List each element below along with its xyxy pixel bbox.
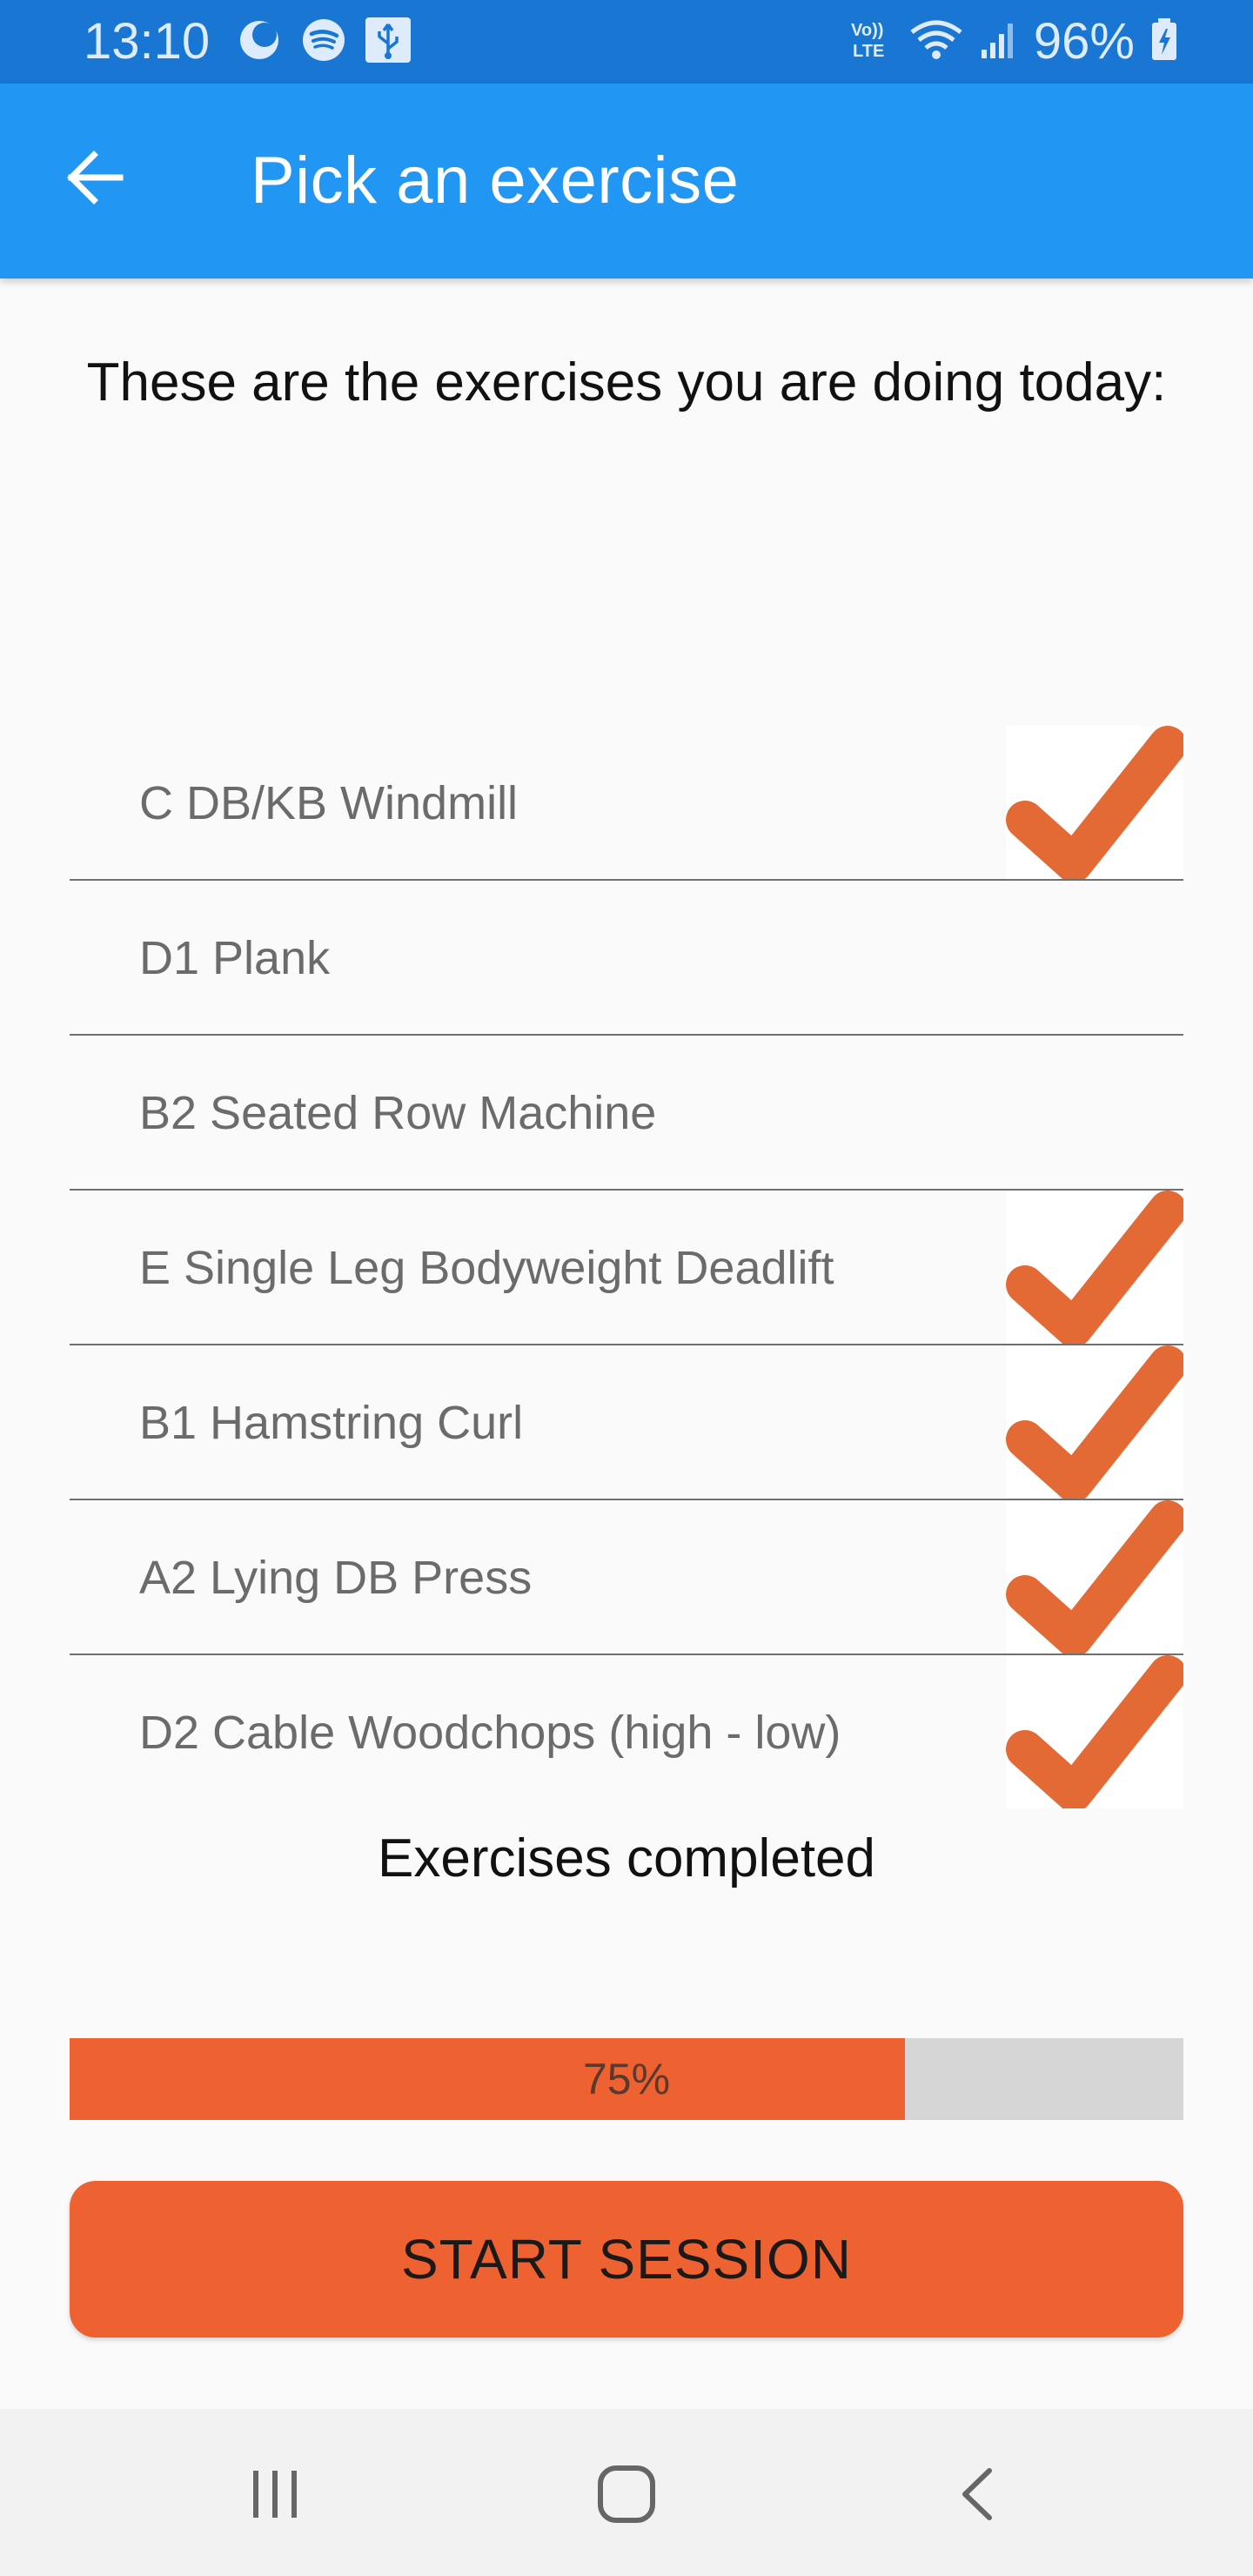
status-icons-left bbox=[237, 17, 411, 63]
back-button[interactable] bbox=[52, 136, 139, 223]
recent-apps-icon bbox=[245, 2464, 305, 2529]
exercise-row[interactable]: B2 Seated Row Machine bbox=[70, 1036, 1183, 1191]
exercises-completed-label: Exercises completed bbox=[377, 1828, 876, 1888]
status-bar: 13:10 Vo)) LTE 96% bbox=[0, 0, 1253, 84]
exercise-label: C DB/KB Windmill bbox=[139, 777, 519, 829]
moon-icon bbox=[237, 17, 282, 63]
checkmark-icon bbox=[1006, 1191, 1183, 1344]
page-title: Pick an exercise bbox=[251, 144, 740, 218]
checkmark-icon bbox=[1006, 726, 1183, 879]
status-time: 13:10 bbox=[84, 13, 211, 70]
checkmark-icon bbox=[1006, 1500, 1183, 1654]
exercise-label: A2 Lying DB Press bbox=[139, 1552, 533, 1604]
battery-percent: 96% bbox=[1033, 13, 1135, 70]
arrow-left-icon bbox=[64, 146, 127, 213]
checkmark-icon bbox=[1006, 1655, 1183, 1808]
battery-charging-icon bbox=[1150, 17, 1178, 66]
exercise-label: E Single Leg Bodyweight Deadlift bbox=[139, 1242, 834, 1294]
app-bar: Pick an exercise bbox=[0, 84, 1253, 278]
progress-bar: 75% bbox=[70, 2038, 1183, 2120]
wifi-icon bbox=[908, 17, 964, 66]
exercise-label: D1 Plank bbox=[139, 932, 331, 984]
intro-text: These are the exercises you are doing to… bbox=[86, 352, 1167, 413]
back-icon bbox=[948, 2464, 1008, 2529]
svg-text:LTE: LTE bbox=[853, 42, 884, 61]
exercise-list: C DB/KB Windmill D1 Plank B2 Seated Row Ma… bbox=[70, 726, 1183, 1808]
start-session-button[interactable]: START SESSION bbox=[70, 2181, 1183, 2338]
usb-icon bbox=[365, 17, 411, 63]
volte-icon: Vo)) LTE bbox=[849, 17, 893, 66]
exercise-row[interactable]: B1 Hamstring Curl bbox=[70, 1345, 1183, 1500]
exercise-row[interactable]: C DB/KB Windmill bbox=[70, 726, 1183, 881]
exercise-label: D2 Cable Woodchops (high - low) bbox=[139, 1707, 841, 1759]
exercise-row[interactable]: D1 Plank bbox=[70, 881, 1183, 1036]
home-icon bbox=[593, 2461, 660, 2532]
exercise-label: B2 Seated Row Machine bbox=[139, 1087, 657, 1139]
svg-text:Vo)): Vo)) bbox=[851, 21, 883, 40]
checkmark-icon bbox=[1006, 1345, 1183, 1499]
spotify-icon bbox=[301, 17, 346, 63]
exercise-row[interactable]: A2 Lying DB Press bbox=[70, 1500, 1183, 1655]
status-icons-right: Vo)) LTE 96% bbox=[849, 12, 1178, 70]
home-button[interactable] bbox=[574, 2444, 679, 2548]
back-nav-button[interactable] bbox=[926, 2444, 1030, 2548]
exercise-row[interactable]: D2 Cable Woodchops (high - low) bbox=[70, 1655, 1183, 1808]
screen: 13:10 Vo)) LTE 96% Pick an exercise Thes… bbox=[0, 0, 1253, 2576]
exercise-label: B1 Hamstring Curl bbox=[139, 1397, 524, 1449]
navigation-bar bbox=[0, 2409, 1253, 2576]
exercise-row[interactable]: E Single Leg Bodyweight Deadlift bbox=[70, 1191, 1183, 1345]
signal-icon bbox=[980, 17, 1018, 66]
progress-text: 75% bbox=[582, 2055, 671, 2103]
recent-apps-button[interactable] bbox=[223, 2444, 327, 2548]
